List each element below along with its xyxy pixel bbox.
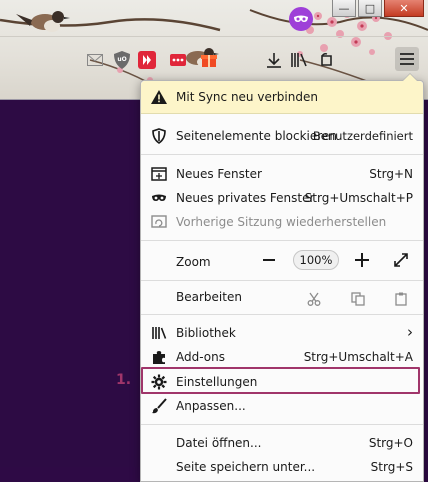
download-icon[interactable]: [265, 51, 283, 69]
puzzle-icon: [151, 349, 167, 365]
zoom-label: Zoom: [176, 255, 211, 269]
window-controls: — □ ✕: [332, 0, 424, 17]
gift-icon[interactable]: [200, 51, 218, 69]
video-download-icon[interactable]: [138, 51, 156, 69]
content-blocking-item[interactable]: Seitenelemente blockieren Benutzerdefini…: [141, 124, 423, 148]
new-window-item[interactable]: Neues Fenster Strg+N: [141, 162, 423, 186]
zoom-controls: Zoom 100%: [141, 246, 423, 276]
new-window-label: Neues Fenster: [176, 167, 262, 181]
step-number-label: 1.: [116, 372, 132, 388]
copy-icon: [351, 292, 365, 306]
settings-item[interactable]: Einstellungen: [141, 370, 423, 394]
customize-label: Anpassen...: [176, 399, 246, 413]
settings-label: Einstellungen: [176, 375, 258, 389]
new-window-icon: [151, 166, 167, 182]
chevron-right-icon: ›: [407, 323, 413, 341]
cut-button[interactable]: [306, 291, 322, 307]
library-label: Bibliothek: [176, 326, 236, 340]
menu-separator: [141, 154, 423, 155]
restore-session-label: Vorherige Sitzung wiederherstellen: [176, 215, 387, 229]
new-private-window-shortcut: Strg+Umschalt+P: [304, 191, 413, 205]
zoom-in-button[interactable]: [352, 250, 372, 270]
open-file-item[interactable]: Datei öffnen... Strg+O: [141, 431, 423, 455]
ublock-icon[interactable]: uO: [113, 51, 131, 69]
clipboard-icon: [395, 292, 407, 306]
app-menu-panel: Mit Sync neu verbinden Seitenelemente bl…: [140, 73, 424, 482]
save-page-shortcut: Strg+S: [370, 460, 413, 474]
addons-shortcut: Strg+Umschalt+A: [303, 350, 413, 364]
addons-item[interactable]: Add-ons Strg+Umschalt+A: [141, 345, 423, 369]
open-file-shortcut: Strg+O: [368, 436, 413, 450]
menu-separator: [141, 240, 423, 241]
menu-separator: [141, 280, 423, 281]
minus-icon: [263, 259, 275, 261]
menu-separator: [141, 424, 423, 425]
paste-button[interactable]: [393, 291, 409, 307]
panel-arrow: [402, 73, 418, 81]
maximize-button[interactable]: □: [358, 0, 382, 17]
library-icon: [151, 325, 167, 341]
mail-icon[interactable]: [86, 51, 104, 69]
gear-icon: [151, 374, 167, 390]
menu-separator: [141, 314, 423, 315]
addons-label: Add-ons: [176, 350, 225, 364]
paintbrush-icon: [151, 398, 167, 414]
sync-reconnect-item[interactable]: Mit Sync neu verbinden: [141, 81, 423, 114]
customize-item[interactable]: Anpassen...: [141, 394, 423, 418]
save-page-item[interactable]: Seite speichern unter... Strg+S: [141, 455, 423, 479]
new-window-shortcut: Strg+N: [369, 167, 413, 181]
zoom-reset-button[interactable]: 100%: [293, 250, 339, 270]
restore-session-icon: [151, 214, 167, 230]
warning-icon: [151, 89, 167, 105]
minimize-button[interactable]: —: [332, 0, 356, 17]
fullscreen-icon: [394, 253, 408, 267]
sync-reconnect-label: Mit Sync neu verbinden: [176, 90, 318, 104]
extension-icon[interactable]: [318, 51, 336, 69]
new-private-window-label: Neues privates Fenster: [176, 191, 315, 205]
edit-controls: Bearbeiten: [141, 285, 423, 309]
tab-strip-divider: [0, 36, 428, 37]
content-blocking-status: Benutzerdefiniert: [312, 129, 413, 143]
private-browsing-mask-icon: [289, 7, 313, 31]
scissors-icon: [307, 292, 321, 306]
plus-icon: [355, 253, 369, 267]
restore-session-item[interactable]: Vorherige Sitzung wiederherstellen: [141, 210, 423, 234]
library-icon[interactable]: [290, 51, 308, 69]
fullscreen-button[interactable]: [391, 250, 411, 270]
more-dots-icon[interactable]: [169, 51, 187, 69]
library-item[interactable]: Bibliothek ›: [141, 321, 423, 345]
open-file-label: Datei öffnen...: [176, 436, 262, 450]
open-menu-button[interactable]: [395, 47, 419, 71]
menu-icon: [400, 53, 414, 65]
new-private-window-item[interactable]: Neues privates Fenster Strg+Umschalt+P: [141, 186, 423, 210]
zoom-out-button[interactable]: [259, 250, 279, 270]
copy-button[interactable]: [350, 291, 366, 307]
edit-label: Bearbeiten: [176, 290, 242, 304]
save-page-label: Seite speichern unter...: [176, 460, 316, 474]
ublock-text: uO: [117, 56, 127, 63]
private-mask-icon: [151, 190, 167, 206]
shield-icon: [151, 128, 167, 144]
close-window-button[interactable]: ✕: [384, 0, 424, 17]
